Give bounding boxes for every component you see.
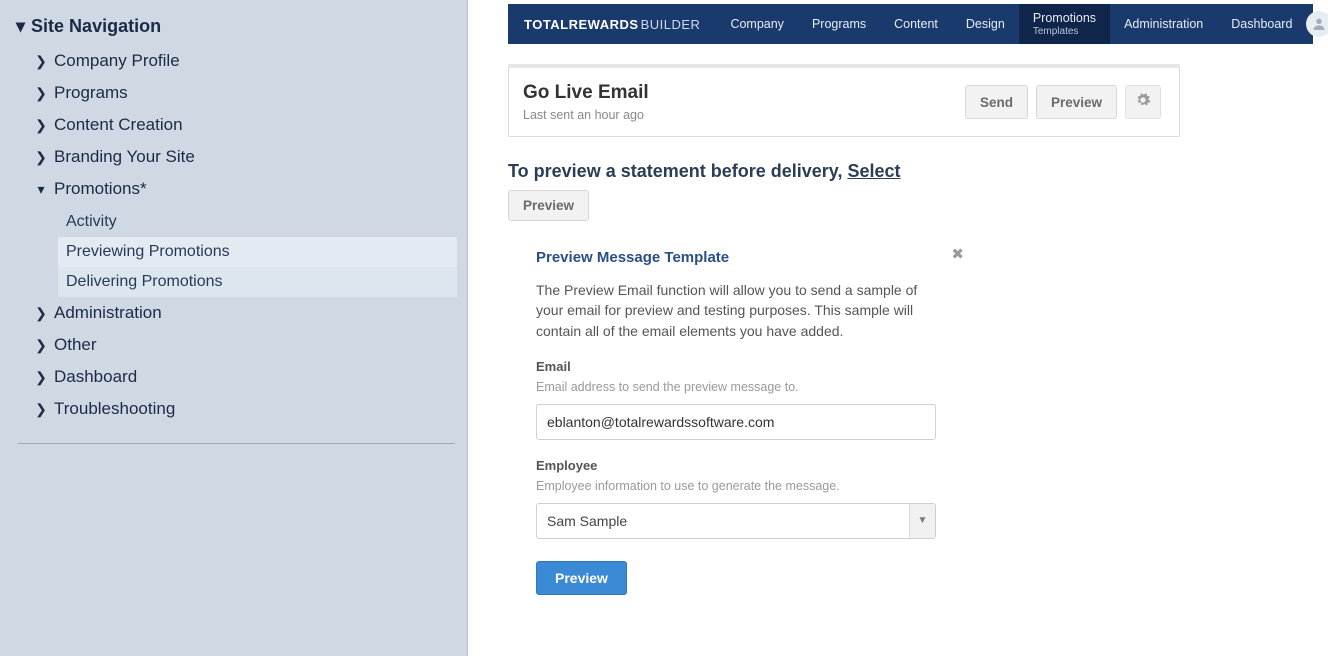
sidebar-item-label: Other (54, 335, 97, 355)
app-topbar: TOTALREWARDS BUILDER Company Programs Co… (508, 4, 1313, 44)
sidebar-subitem-label: Activity (66, 213, 117, 230)
sidebar-subitem-delivering[interactable]: Delivering Promotions (58, 267, 457, 297)
employee-select[interactable]: Sam Sample ▼ (536, 503, 936, 539)
sidebar-item-label: Content Creation (54, 115, 183, 135)
tab-dashboard[interactable]: Dashboard (1217, 4, 1306, 44)
sidebar-root-label: Site Navigation (31, 16, 161, 37)
tab-label: Administration (1124, 17, 1203, 31)
tab-label: Promotions (1033, 11, 1096, 25)
gear-icon (1135, 92, 1151, 112)
sidebar-item-label: Troubleshooting (54, 399, 175, 419)
caret-down-icon: ▼ (909, 504, 935, 538)
panel-description: The Preview Email function will allow yo… (536, 280, 926, 341)
sidebar-item-other[interactable]: ❯ Other (34, 329, 457, 361)
card-title: Go Live Email (523, 82, 649, 104)
sidebar-item-label: Branding Your Site (54, 147, 195, 167)
sidebar-divider (18, 443, 455, 444)
tab-label: Dashboard (1231, 17, 1292, 31)
card-subtitle: Last sent an hour ago (523, 108, 649, 122)
sidebar-item-branding[interactable]: ❯ Branding Your Site (34, 141, 457, 173)
email-input[interactable] (536, 404, 936, 440)
chevron-right-icon: ❯ (34, 401, 48, 418)
tab-promotions[interactable]: Promotions Templates (1019, 4, 1110, 44)
tab-design[interactable]: Design (952, 4, 1019, 44)
brand-bold: TOTALREWARDS (524, 17, 639, 32)
chevron-down-icon: ▾ (16, 16, 25, 37)
employee-label: Employee (536, 458, 956, 473)
tab-sublabel: Templates (1033, 27, 1096, 37)
preview-panel: ✖ Preview Message Template The Preview E… (536, 249, 956, 595)
chevron-right-icon: ❯ (34, 149, 48, 166)
close-icon: ✖ (951, 246, 964, 263)
email-card: Go Live Email Last sent an hour ago Send… (508, 64, 1180, 137)
chevron-right-icon: ❯ (34, 117, 48, 134)
panel-title: Preview Message Template (536, 249, 956, 266)
chevron-right-icon: ❯ (34, 305, 48, 322)
sidebar-sublist-promotions: Activity Previewing Promotions Deliverin… (34, 207, 457, 297)
app-brand[interactable]: TOTALREWARDS BUILDER (508, 4, 716, 44)
chevron-right-icon: ❯ (34, 369, 48, 386)
close-button[interactable]: ✖ (951, 245, 964, 263)
tab-label: Programs (812, 17, 866, 31)
email-label: Email (536, 359, 956, 374)
chevron-right-icon: ❯ (34, 337, 48, 354)
avatar-icon (1306, 11, 1328, 37)
sidebar-item-company-profile[interactable]: ❯ Company Profile (34, 45, 457, 77)
send-button[interactable]: Send (965, 85, 1028, 119)
preview-submit-button[interactable]: Preview (536, 561, 627, 595)
sidebar-subitem-label: Delivering Promotions (66, 273, 223, 290)
tab-programs[interactable]: Programs (798, 4, 880, 44)
sidebar-item-promotions[interactable]: ▾ Promotions* (34, 173, 457, 205)
tab-content[interactable]: Content (880, 4, 952, 44)
sidebar-root[interactable]: ▾ Site Navigation (16, 12, 457, 41)
tab-label: Content (894, 17, 938, 31)
chevron-right-icon: ❯ (34, 85, 48, 102)
sidebar-item-programs[interactable]: ❯ Programs (34, 77, 457, 109)
chevron-right-icon: ❯ (34, 53, 48, 70)
app-top-tabs: Company Programs Content Design Promotio… (716, 4, 1306, 44)
sidebar-item-administration[interactable]: ❯ Administration (34, 297, 457, 329)
sidebar-item-label: Company Profile (54, 51, 180, 71)
tab-administration[interactable]: Administration (1110, 4, 1217, 44)
preview-small-button[interactable]: Preview (508, 190, 589, 221)
brand-thin: BUILDER (641, 17, 701, 32)
sidebar-item-content-creation[interactable]: ❯ Content Creation (34, 109, 457, 141)
doc-sidebar: ▾ Site Navigation ❯ Company Profile ❯ Pr… (0, 0, 468, 656)
app-panel: TOTALREWARDS BUILDER Company Programs Co… (468, 0, 1328, 656)
sidebar-subitem-previewing[interactable]: Previewing Promotions (58, 237, 457, 267)
employee-select-value: Sam Sample (537, 504, 909, 538)
sidebar-item-label: Programs (54, 83, 128, 103)
sidebar-list: ❯ Company Profile ❯ Programs ❯ Content C… (16, 45, 457, 425)
sidebar-subitem-label: Previewing Promotions (66, 243, 230, 260)
email-help: Email address to send the preview messag… (536, 380, 956, 394)
sidebar-item-label: Administration (54, 303, 162, 323)
tab-label: Company (730, 17, 784, 31)
sidebar-item-label: Promotions* (54, 179, 147, 199)
select-link[interactable]: Select (847, 161, 900, 181)
employee-help: Employee information to use to generate … (536, 479, 956, 493)
chevron-down-icon: ▾ (34, 181, 48, 198)
tab-label: Design (966, 17, 1005, 31)
sidebar-item-label: Dashboard (54, 367, 137, 387)
sidebar-item-dashboard[interactable]: ❯ Dashboard (34, 361, 457, 393)
tab-company[interactable]: Company (716, 4, 798, 44)
intro-prefix: To preview a statement before delivery, (508, 161, 847, 181)
preview-button[interactable]: Preview (1036, 85, 1117, 119)
user-menu[interactable]: ▾ (1306, 4, 1328, 44)
sidebar-item-troubleshooting[interactable]: ❯ Troubleshooting (34, 393, 457, 425)
preview-intro: To preview a statement before delivery, … (508, 161, 1313, 182)
sidebar-subitem-activity[interactable]: Activity (58, 207, 457, 237)
settings-button[interactable] (1125, 85, 1161, 119)
